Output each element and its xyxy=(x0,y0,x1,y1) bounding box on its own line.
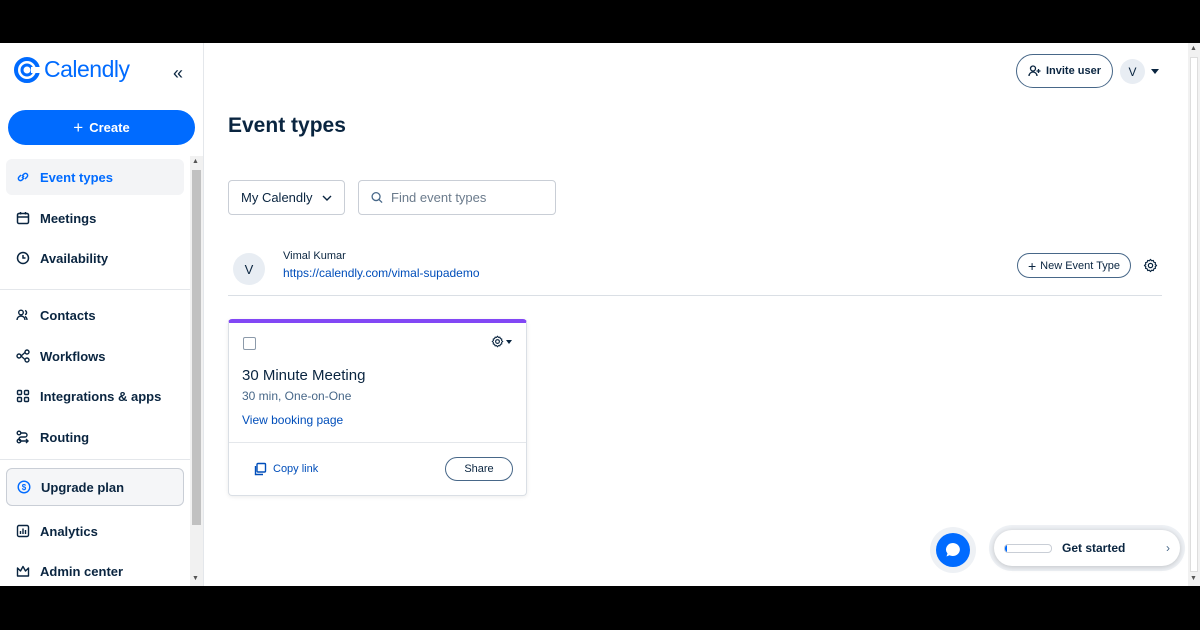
search-input[interactable] xyxy=(389,189,543,206)
copy-link-button[interactable]: Copy link xyxy=(253,462,318,476)
scroll-down-icon[interactable]: ▼ xyxy=(192,575,199,582)
caret-down-icon xyxy=(506,339,512,344)
account-avatar[interactable]: V xyxy=(1120,59,1145,84)
sidebar: Calendly « + Create Event types Meetings… xyxy=(0,43,204,586)
sidebar-item-label: Meetings xyxy=(40,210,97,226)
workflow-icon xyxy=(16,349,30,363)
gear-icon[interactable] xyxy=(1143,258,1158,273)
sidebar-item-label: Admin center xyxy=(40,563,124,579)
event-details: 30 min, One-on-One xyxy=(242,389,352,403)
gear-icon xyxy=(491,335,504,348)
sidebar-item-contacts[interactable]: Contacts xyxy=(6,297,184,333)
crown-icon xyxy=(16,565,30,577)
chat-icon xyxy=(946,543,960,557)
sidebar-item-routing[interactable]: Routing xyxy=(6,419,184,455)
svg-text:$: $ xyxy=(22,483,27,492)
dollar-circle-icon: $ xyxy=(17,480,31,494)
link-icon xyxy=(17,172,29,182)
sidebar-divider xyxy=(0,289,190,290)
event-title: 30 Minute Meeting xyxy=(242,367,366,384)
chart-icon xyxy=(16,524,30,538)
section-divider xyxy=(228,295,1162,296)
scheduling-page-link[interactable]: https://calendly.com/vimal-supademo xyxy=(283,266,480,280)
new-event-type-button[interactable]: + New Event Type xyxy=(1017,253,1131,278)
routing-icon xyxy=(16,430,29,444)
calendly-logo[interactable]: Calendly xyxy=(14,56,130,83)
sidebar-item-availability[interactable]: Availability xyxy=(6,240,184,276)
get-started-label: Get started xyxy=(1062,541,1126,555)
calendar-icon xyxy=(16,212,30,225)
sidebar-item-event-types[interactable]: Event types xyxy=(6,159,184,195)
logo-text: Calendly xyxy=(44,56,130,82)
search-box[interactable] xyxy=(358,180,556,215)
progress-fill xyxy=(1005,544,1008,552)
onboarding-progress-bar xyxy=(1004,543,1052,553)
share-button[interactable]: Share xyxy=(445,457,513,481)
sidebar-item-upgrade-plan[interactable]: $ Upgrade plan xyxy=(6,468,184,506)
sidebar-item-label: Event types xyxy=(40,169,113,185)
page-title: Event types xyxy=(228,114,346,137)
plus-icon: + xyxy=(1027,257,1037,274)
chevron-down-icon xyxy=(322,195,332,201)
new-event-type-label: New Event Type xyxy=(1040,259,1121,272)
sidebar-item-analytics[interactable]: Analytics xyxy=(6,513,184,549)
get-started-widget[interactable]: Get started › xyxy=(994,530,1180,566)
user-avatar: V xyxy=(233,253,265,285)
search-icon xyxy=(371,191,383,204)
clock-icon xyxy=(16,251,30,265)
select-value: My Calendly xyxy=(241,190,313,205)
copy-link-label: Copy link xyxy=(273,463,319,475)
sidebar-item-integrations[interactable]: Integrations & apps xyxy=(6,378,184,414)
scroll-up-icon[interactable]: ▲ xyxy=(1190,45,1197,52)
sidebar-item-admin-center[interactable]: Admin center xyxy=(6,553,184,586)
main-scroll-thumb[interactable] xyxy=(1190,57,1198,572)
view-booking-page-link[interactable]: View booking page xyxy=(242,413,343,427)
calendly-logo-icon xyxy=(14,56,40,83)
sidebar-item-label: Routing xyxy=(40,429,90,445)
card-settings-menu[interactable] xyxy=(491,335,512,348)
sidebar-item-label: Workflows xyxy=(40,348,106,364)
contacts-icon xyxy=(16,309,28,321)
caret-down-icon[interactable] xyxy=(1151,69,1159,74)
main-content: Invite user V Event types My Calendly V … xyxy=(204,43,1188,586)
sidebar-scroll-thumb[interactable] xyxy=(192,170,201,525)
sidebar-item-label: Availability xyxy=(40,250,109,266)
apps-grid-icon xyxy=(16,389,30,403)
invite-user-label: Invite user xyxy=(1045,65,1102,77)
sidebar-divider xyxy=(0,459,190,460)
user-name: Vimal Kumar xyxy=(283,250,346,262)
event-type-card[interactable]: 30 Minute Meeting 30 min, One-on-One Vie… xyxy=(228,319,527,496)
sidebar-item-label: Contacts xyxy=(40,307,96,323)
sidebar-item-workflows[interactable]: Workflows xyxy=(6,338,184,374)
calendar-select[interactable]: My Calendly xyxy=(228,180,345,215)
chat-launcher[interactable] xyxy=(936,533,970,567)
invite-user-button[interactable]: Invite user xyxy=(1016,54,1113,88)
card-divider xyxy=(229,442,526,443)
add-user-icon xyxy=(1028,65,1041,77)
copy-icon xyxy=(254,462,267,476)
card-checkbox[interactable] xyxy=(243,337,256,350)
sidebar-scrollbar[interactable]: ▲ ▼ xyxy=(190,156,203,586)
scroll-up-icon[interactable]: ▲ xyxy=(192,158,199,165)
sidebar-item-label: Upgrade plan xyxy=(41,479,125,495)
sidebar-item-meetings[interactable]: Meetings xyxy=(6,200,184,236)
app-window: Calendly « + Create Event types Meetings… xyxy=(0,43,1200,586)
sidebar-item-label: Integrations & apps xyxy=(40,388,162,404)
collapse-sidebar-icon[interactable]: « xyxy=(173,63,183,84)
create-label: Create xyxy=(89,120,130,135)
chevron-right-icon: › xyxy=(1166,541,1170,555)
plus-icon: + xyxy=(73,117,84,137)
main-scrollbar[interactable]: ▲ ▼ xyxy=(1188,43,1200,586)
sidebar-item-label: Analytics xyxy=(40,523,98,539)
create-button[interactable]: + Create xyxy=(8,110,195,145)
scroll-down-icon[interactable]: ▼ xyxy=(1190,575,1197,582)
